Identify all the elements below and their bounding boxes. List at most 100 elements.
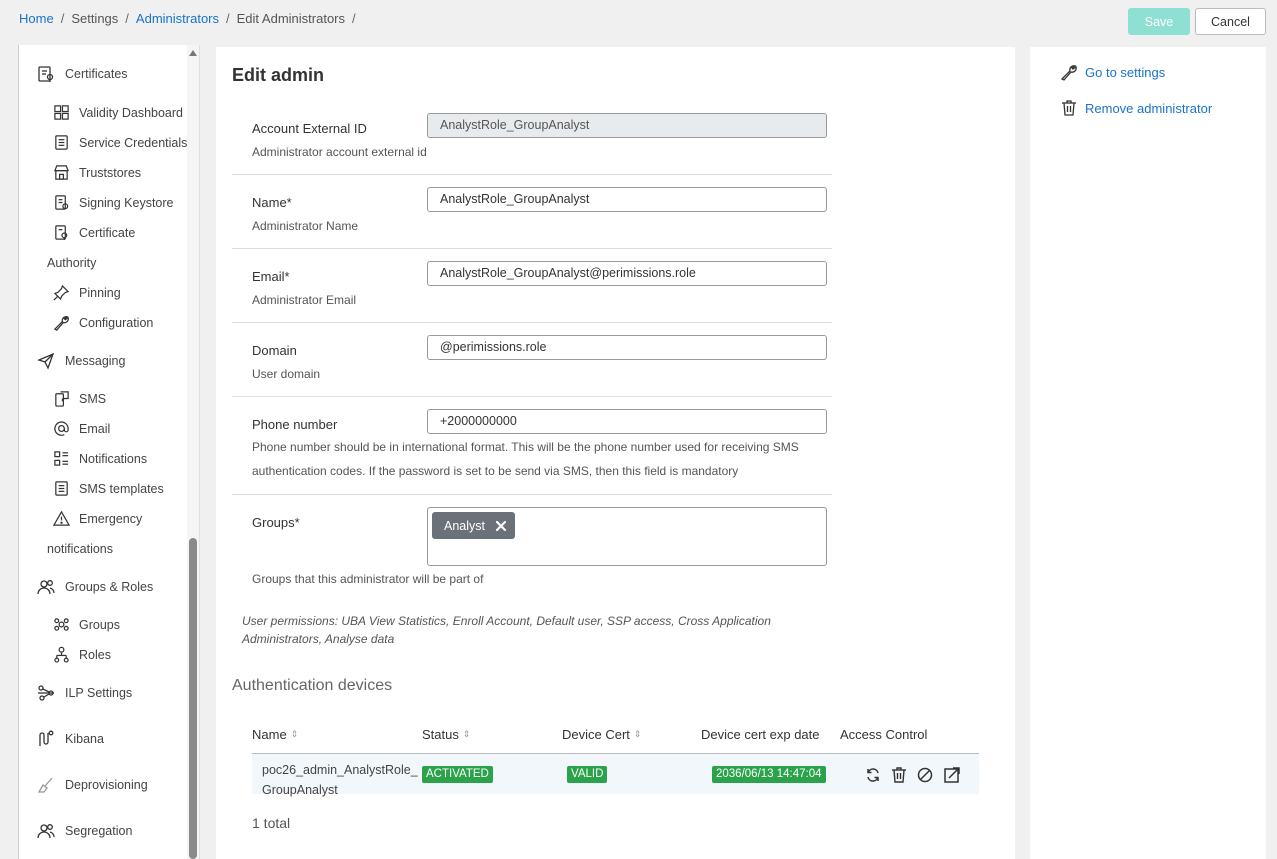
breadcrumb-administrators[interactable]: Administrators xyxy=(136,11,219,26)
sidebar-item-label: Validity Dashboard xyxy=(79,105,183,120)
column-header-label: Device Cert xyxy=(562,727,630,742)
block-icon[interactable] xyxy=(916,766,934,784)
name-field[interactable]: AnalystRole_GroupAnalyst xyxy=(427,187,827,212)
scroll-up-arrow-icon[interactable] xyxy=(189,50,197,56)
external-id-help: Administrator account external id xyxy=(252,145,427,159)
sidebar-item-groups[interactable]: Groups xyxy=(53,616,120,633)
cancel-button[interactable]: Cancel xyxy=(1195,8,1266,35)
email-field[interactable]: AnalystRole_GroupAnalyst@perimissions.ro… xyxy=(427,261,827,286)
sidebar-item-sms[interactable]: SMS xyxy=(53,390,106,407)
certificate-authority-icon xyxy=(55,225,68,241)
keystore-icon xyxy=(55,195,69,210)
column-header-access-control: Access Control xyxy=(840,727,927,742)
phone-label: Phone number xyxy=(252,417,338,432)
sidebar-item-kibana[interactable]: Kibana xyxy=(37,730,104,748)
device-name: poc26_admin_AnalystRole_GroupAnalyst xyxy=(262,763,418,797)
sms-icon xyxy=(55,391,69,407)
breadcrumb-settings: Settings xyxy=(71,11,119,26)
name-label: Name* xyxy=(252,195,292,210)
wrench-icon xyxy=(53,316,69,331)
sidebar-scrollbar-thumb[interactable] xyxy=(189,538,197,859)
sidebar-item-label-wrap: notifications xyxy=(47,542,114,556)
email-help: Administrator Email xyxy=(252,293,357,307)
column-header-name[interactable]: Name ⇕ xyxy=(252,727,298,742)
sidebar-item-validity-dashboard[interactable]: Validity Dashboard xyxy=(53,104,183,121)
phone-field[interactable]: +2000000000 xyxy=(427,409,827,434)
go-to-settings-label: Go to settings xyxy=(1085,64,1166,80)
column-header-status[interactable]: Status ⇕ xyxy=(422,727,470,742)
divider xyxy=(232,322,832,323)
sidebar-item-label: Segregation xyxy=(65,824,133,838)
open-external-icon[interactable] xyxy=(943,766,961,784)
list-icon xyxy=(54,451,69,466)
trash-icon[interactable] xyxy=(890,766,908,784)
sidebar-item-label: Roles xyxy=(79,647,111,662)
sidebar-item-certificate-authority[interactable]: Certificate xyxy=(53,224,135,241)
phone-help: Phone number should be in international … xyxy=(252,440,799,478)
refresh-icon[interactable] xyxy=(864,766,882,784)
sidebar-item-label: Configuration xyxy=(79,315,154,330)
table-row: poc26_admin_AnalystRole_GroupAnalyst ACT… xyxy=(252,754,979,797)
template-icon xyxy=(55,481,68,496)
cert-badge: VALID xyxy=(567,766,608,783)
divider xyxy=(232,494,832,495)
remove-tag-icon[interactable] xyxy=(495,520,507,532)
breadcrumb: Home / Settings / Administrators / Edit Admini… xyxy=(19,11,356,26)
remove-administrator-label: Remove administrator xyxy=(1085,100,1213,116)
dashboard-icon xyxy=(54,105,69,120)
domain-field[interactable]: @perimissions.role xyxy=(427,335,827,360)
save-button[interactable]: Save xyxy=(1128,8,1190,35)
sidebar-item-label: ILP Settings xyxy=(65,686,133,700)
group-icon xyxy=(54,618,69,631)
sidebar-item-label: Certificates xyxy=(65,67,128,81)
domain-label: Domain xyxy=(252,343,297,358)
store-icon xyxy=(53,165,70,180)
domain-help: User domain xyxy=(252,367,321,381)
sidebar-item-label: Kibana xyxy=(65,732,104,746)
sidebar-item-label: Emergency xyxy=(79,511,143,526)
sidebar-item-pinning[interactable]: Pinning xyxy=(53,284,121,301)
trash-icon xyxy=(1062,100,1076,116)
kibana-icon xyxy=(39,730,54,746)
go-to-settings-link[interactable]: Go to settings xyxy=(1060,63,1165,81)
breadcrumb-home[interactable]: Home xyxy=(19,11,54,26)
groups-label: Groups* xyxy=(252,515,300,530)
sidebar-item-groups-roles[interactable]: Groups & Roles xyxy=(37,578,153,596)
sidebar-item-label: Groups xyxy=(79,617,120,632)
remove-administrator-link[interactable]: Remove administrator xyxy=(1060,99,1212,117)
divider xyxy=(232,174,832,175)
sidebar-item-notifications[interactable]: Notifications xyxy=(53,450,147,467)
column-header-exp-date: Device cert exp date xyxy=(701,727,820,742)
groups-multiselect[interactable]: Analyst xyxy=(427,507,827,566)
sidebar-item-label: Deprovisioning xyxy=(65,778,148,792)
sidebar: Certificates Validity Dashboard Service … xyxy=(18,45,200,859)
sidebar-item-ilp-settings[interactable]: ILP Settings xyxy=(37,684,132,702)
sidebar-item-roles[interactable]: Roles xyxy=(53,646,111,663)
sidebar-item-service-credentials[interactable]: Service Credentials xyxy=(53,134,187,151)
at-icon xyxy=(54,421,69,436)
sidebar-item-configuration[interactable]: Configuration xyxy=(53,314,153,331)
sidebar-item-deprovisioning[interactable]: Deprovisioning xyxy=(37,776,148,794)
sidebar-item-sms-templates[interactable]: SMS templates xyxy=(53,480,164,497)
breadcrumb-edit-administrators: Edit Administrators xyxy=(236,11,345,26)
sidebar-item-truststores[interactable]: Truststores xyxy=(53,164,141,181)
user-permissions-note: User permissions: UBA View Statistics, E… xyxy=(242,614,771,646)
sidebar-item-label: Pinning xyxy=(79,285,121,300)
sidebar-item-signing-keystore[interactable]: Signing Keystore xyxy=(53,194,174,211)
sidebar-item-segregation[interactable]: Segregation xyxy=(37,822,132,840)
sidebar-item-email[interactable]: Email xyxy=(53,420,110,437)
sidebar-item-label: Service Credentials xyxy=(79,135,188,150)
sidebar-item-emergency-notifications[interactable]: Emergency xyxy=(53,510,142,527)
groups-help: Groups that this administrator will be p… xyxy=(252,572,484,586)
table-total: 1 total xyxy=(252,815,291,831)
sidebar-item-messaging[interactable]: Messaging xyxy=(37,352,125,370)
sidebar-item-label: Truststores xyxy=(79,165,142,180)
column-header-device-cert[interactable]: Device Cert ⇕ xyxy=(562,727,641,742)
pin-icon xyxy=(53,284,70,301)
segregation-icon xyxy=(37,824,55,839)
warning-icon xyxy=(53,510,70,526)
sidebar-item-certificates[interactable]: Certificates xyxy=(37,65,128,83)
send-icon xyxy=(37,352,55,370)
certificate-icon xyxy=(38,66,54,82)
exp-date-badge: 2036/06/13 14:47:04 xyxy=(712,766,826,783)
